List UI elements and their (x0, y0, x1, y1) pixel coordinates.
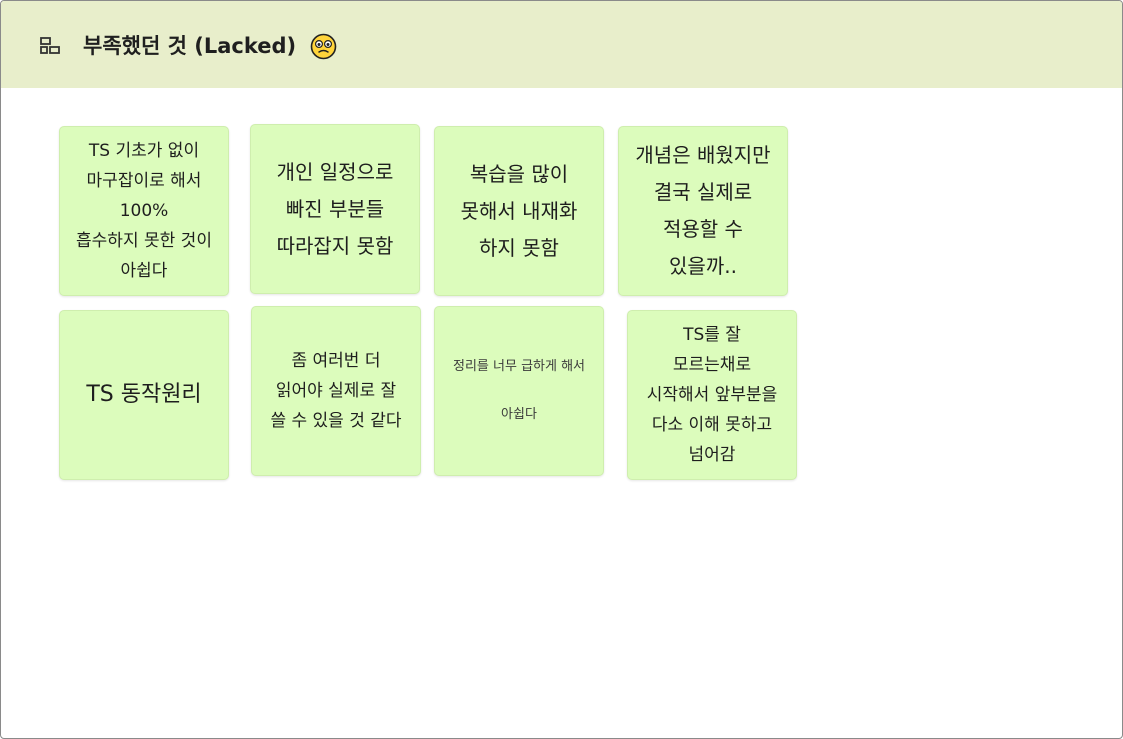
sticky-note[interactable]: TS를 잘 모르는채로 시작해서 앞부분을 다소 이해 못하고 넘어감 (627, 310, 797, 480)
sticky-note[interactable]: 개인 일정으로 빠진 부분들 따라잡지 못함 (250, 124, 420, 294)
sticky-note-text: TS를 잘 모르는채로 시작해서 앞부분을 다소 이해 못하고 넘어감 (646, 325, 778, 465)
sticky-note-text: 개인 일정으로 빠진 부분들 따라잡지 못함 (276, 159, 394, 258)
sticky-note-text: 개념은 배웠지만 결국 실제로 적용할 수 있을까.. (635, 143, 771, 278)
sticky-note-text: 정리를 너무 급하게 해서 아쉽다 (453, 359, 585, 422)
board-frame[interactable]: 부족했던 것 (Lacked) TS 기초가 없이 마구잡이로 해서 100% … (0, 0, 1123, 739)
sticky-note-text: 복습을 많이 못해서 내재화 하지 못함 (460, 161, 578, 260)
frame-header[interactable]: 부족했던 것 (Lacked) (1, 1, 1122, 88)
sticky-note[interactable]: 개념은 배웠지만 결국 실제로 적용할 수 있을까.. (618, 126, 788, 296)
sticky-note-text: TS 기초가 없이 마구잡이로 해서 100% 흡수하지 못한 것이 아쉽다 (76, 141, 212, 281)
frame-icon (40, 37, 60, 54)
sticky-note[interactable]: 좀 여러번 더 읽어야 실제로 잘 쓸 수 있을 것 같다 (251, 306, 421, 476)
sticky-note[interactable]: 복습을 많이 못해서 내재화 하지 못함 (434, 126, 604, 296)
sticky-note-text: 좀 여러번 더 읽어야 실제로 잘 쓸 수 있을 것 같다 (270, 351, 402, 431)
sticky-note[interactable]: TS 기초가 없이 마구잡이로 해서 100% 흡수하지 못한 것이 아쉽다 (59, 126, 229, 296)
sticky-note[interactable]: 정리를 너무 급하게 해서 아쉽다 (434, 306, 604, 476)
sticky-note[interactable]: TS 동작원리 (59, 310, 229, 480)
frame-title[interactable]: 부족했던 것 (Lacked) (83, 32, 296, 60)
sticky-note-text: TS 동작원리 (86, 382, 202, 407)
emoji-face-icon (310, 33, 337, 60)
